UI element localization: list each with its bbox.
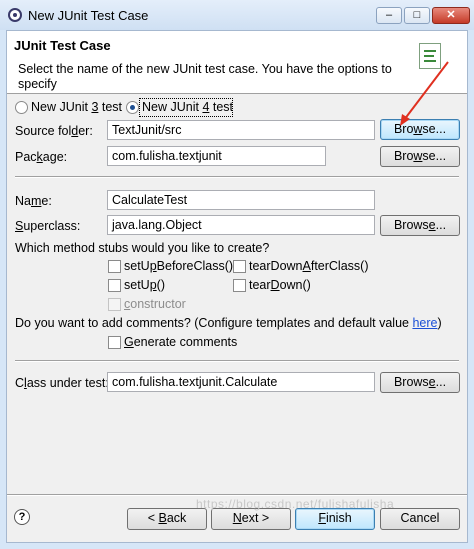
watermark-text: https://blog.csdn.net/fulishafulisha: [196, 497, 395, 511]
annotation-arrow: [400, 61, 449, 126]
